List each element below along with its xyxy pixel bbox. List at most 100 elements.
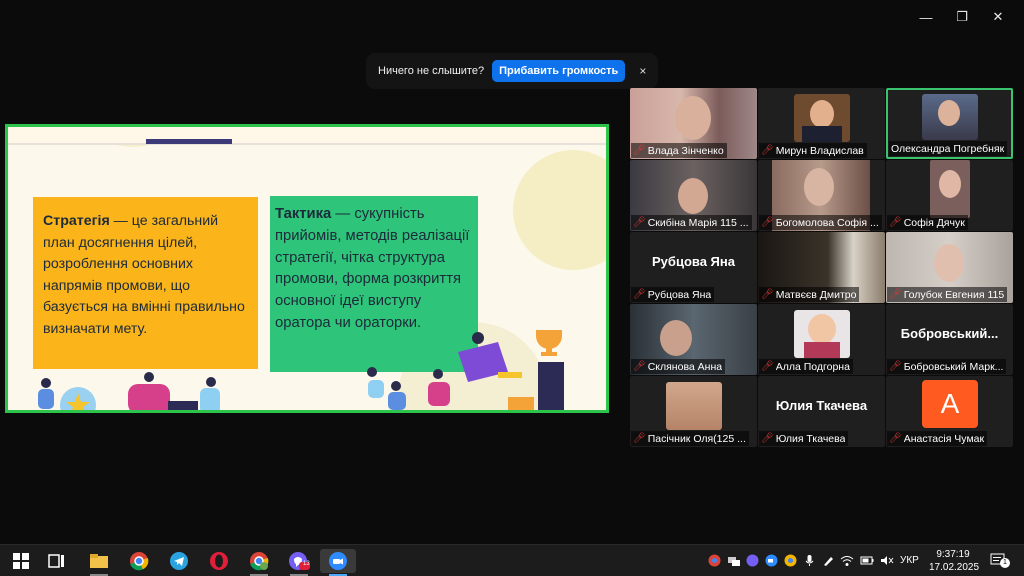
participant-face bbox=[660, 320, 692, 356]
maximize-button[interactable]: ❐ bbox=[944, 6, 980, 28]
system-clock[interactable]: 9:37:19 17.02.2025 bbox=[929, 548, 980, 574]
participant-name: Склянова Анна bbox=[647, 360, 723, 373]
tray-chrome-profile-icon[interactable] bbox=[783, 553, 797, 567]
participant-tile[interactable]: 🎤︎ Матвєєв Дмитро bbox=[758, 232, 885, 303]
participant-name: Пасічник Оля(125 ... bbox=[647, 432, 746, 445]
participant-tile[interactable]: A 🎤︎ Анастасія Чумак bbox=[886, 376, 1013, 447]
participant-face bbox=[678, 178, 708, 214]
participant-tile[interactable]: 🎤︎ Мирун Владислав bbox=[758, 88, 885, 159]
participant-tile-active-speaker[interactable]: Олександра Погребняк bbox=[886, 88, 1013, 159]
participant-nameplate: 🎤︎ Богомолова Софія ... bbox=[759, 215, 882, 230]
participant-nameplate: 🎤︎ Скибіна Марія 115 ... bbox=[631, 215, 752, 230]
increase-volume-button[interactable]: Прибавить громкость bbox=[492, 60, 626, 82]
slide-top-strip bbox=[8, 127, 606, 145]
participant-nameplate: 🎤︎ Пасічник Оля(125 ... bbox=[631, 431, 749, 446]
participant-face bbox=[808, 314, 836, 344]
audio-notification: Ничего не слышите? Прибавить громкость × bbox=[366, 53, 658, 89]
participant-tile[interactable]: 🎤︎ Софія Дячук bbox=[886, 160, 1013, 231]
participant-avatar: A bbox=[922, 380, 978, 428]
shared-screen[interactable]: Стратегія — це загальний план досягнення… bbox=[5, 124, 609, 413]
participant-nameplate: 🎤︎ Влада Зінченко bbox=[631, 143, 727, 158]
participant-name: Бобровський Марк... bbox=[903, 360, 1004, 373]
file-explorer-icon[interactable] bbox=[86, 549, 112, 576]
windows-start-icon[interactable] bbox=[8, 549, 34, 573]
zoom-icon[interactable] bbox=[320, 549, 356, 576]
participant-name: Влада Зінченко bbox=[647, 144, 724, 157]
participant-nameplate: 🎤︎ Склянова Анна bbox=[631, 359, 726, 374]
notification-count: 1 bbox=[1000, 558, 1010, 568]
mic-muted-icon: 🎤︎ bbox=[889, 361, 902, 372]
participant-tile[interactable]: 🎤︎ Скибіна Марія 115 ... bbox=[630, 160, 757, 231]
participant-nameplate: 🎤︎ Голубок Евгения 115 bbox=[887, 287, 1008, 302]
participant-tile[interactable]: 🎤︎ Голубок Евгения 115 bbox=[886, 232, 1013, 303]
people-illustration-right bbox=[367, 330, 564, 410]
participant-name: Олександра Погребняк bbox=[891, 142, 1005, 155]
participant-nameplate: 🎤︎ Рубцова Яна bbox=[631, 287, 715, 302]
participant-tile[interactable]: Рубцова Яна 🎤︎ Рубцова Яна bbox=[630, 232, 757, 303]
participant-face bbox=[939, 170, 961, 198]
opera-icon[interactable] bbox=[206, 549, 232, 573]
participant-name: Голубок Евгения 115 bbox=[903, 288, 1005, 301]
participant-name: Алла Подгорна bbox=[775, 360, 850, 373]
participant-name: Матвєєв Дмитро bbox=[775, 288, 857, 301]
tray-network-share-icon[interactable] bbox=[726, 553, 740, 567]
telegram-icon[interactable] bbox=[166, 549, 192, 573]
mic-muted-icon: 🎤︎ bbox=[633, 145, 646, 156]
chrome-icon[interactable] bbox=[126, 549, 152, 573]
clock-time: 9:37:19 bbox=[936, 549, 970, 560]
participant-tile[interactable]: 🎤︎ Влада Зінченко bbox=[630, 88, 757, 159]
mic-muted-icon: 🎤︎ bbox=[633, 217, 646, 228]
participant-nameplate: Олександра Погребняк bbox=[889, 141, 1008, 156]
participant-name: Мирун Владислав bbox=[775, 144, 864, 157]
notification-close-icon[interactable]: × bbox=[639, 64, 646, 78]
participant-tile[interactable]: 🎤︎ Склянова Анна bbox=[630, 304, 757, 375]
participant-face bbox=[810, 100, 834, 128]
strategy-heading: Стратегія bbox=[43, 213, 110, 229]
participant-name: Софія Дячук bbox=[903, 216, 965, 229]
people-illustration-left bbox=[38, 372, 220, 410]
participant-name: Рубцова Яна bbox=[647, 288, 712, 301]
participant-body bbox=[802, 126, 842, 142]
participant-tile[interactable]: 🎤︎ Алла Подгорна bbox=[758, 304, 885, 375]
participant-nameplate: 🎤︎ Мирун Владислав bbox=[759, 143, 867, 158]
pen-icon[interactable] bbox=[821, 553, 835, 567]
participant-tile[interactable]: Бобровський... 🎤︎ Бобровський Марк... bbox=[886, 304, 1013, 375]
participants-gallery: 🎤︎ Влада Зінченко 🎤︎ Мирун Владислав Олекс… bbox=[630, 88, 1014, 447]
participant-nameplate: 🎤︎ Алла Подгорна bbox=[759, 359, 853, 374]
tray-viber-icon[interactable] bbox=[745, 553, 759, 567]
participant-tile[interactable]: 🎤︎ Богомолова Софія ... bbox=[758, 160, 885, 231]
strategy-text: — це загальний план досягнення цілей, ро… bbox=[43, 213, 245, 337]
participant-video bbox=[666, 382, 722, 430]
mic-muted-icon: 🎤︎ bbox=[889, 289, 902, 300]
mic-muted-icon: 🎤︎ bbox=[761, 217, 774, 228]
participant-name: Анастасія Чумак bbox=[903, 432, 985, 445]
participant-nameplate: 🎤︎ Анастасія Чумак bbox=[887, 431, 988, 446]
mic-muted-icon: 🎤︎ bbox=[633, 361, 646, 372]
participant-body bbox=[804, 342, 840, 358]
participant-tile[interactable]: Юлия Ткачева 🎤︎ Юлия Ткачева bbox=[758, 376, 885, 447]
task-view-icon[interactable] bbox=[44, 549, 70, 573]
notification-center-icon[interactable]: 1 bbox=[990, 553, 1010, 569]
tray-zoom-icon[interactable] bbox=[764, 553, 778, 567]
viber-icon[interactable]: 13 bbox=[286, 549, 312, 576]
language-indicator[interactable]: УКР bbox=[900, 555, 919, 566]
microphone-icon[interactable] bbox=[802, 553, 816, 567]
participant-tile[interactable]: 🎤︎ Пасічник Оля(125 ... bbox=[630, 376, 757, 447]
mic-muted-icon: 🎤︎ bbox=[889, 433, 902, 444]
clock-date: 17.02.2025 bbox=[929, 562, 980, 573]
minimize-button[interactable]: — bbox=[908, 6, 944, 28]
battery-icon[interactable] bbox=[860, 553, 874, 567]
tactic-heading: Тактика bbox=[275, 206, 332, 222]
wifi-icon[interactable] bbox=[840, 553, 854, 567]
mic-muted-icon: 🎤︎ bbox=[633, 433, 646, 444]
participant-display-name: Рубцова Яна bbox=[652, 254, 735, 269]
viber-badge: 13 bbox=[303, 561, 310, 567]
tray-chrome-icon[interactable] bbox=[707, 553, 721, 567]
participant-nameplate: 🎤︎ Юлия Ткачева bbox=[759, 431, 849, 446]
participant-nameplate: 🎤︎ Софія Дячук bbox=[887, 215, 968, 230]
close-window-button[interactable]: ✕ bbox=[980, 6, 1016, 28]
chrome-profile-icon[interactable] bbox=[246, 549, 272, 576]
mic-muted-icon: 🎤︎ bbox=[761, 145, 774, 156]
volume-muted-icon[interactable] bbox=[880, 553, 894, 567]
participant-face bbox=[804, 168, 834, 206]
